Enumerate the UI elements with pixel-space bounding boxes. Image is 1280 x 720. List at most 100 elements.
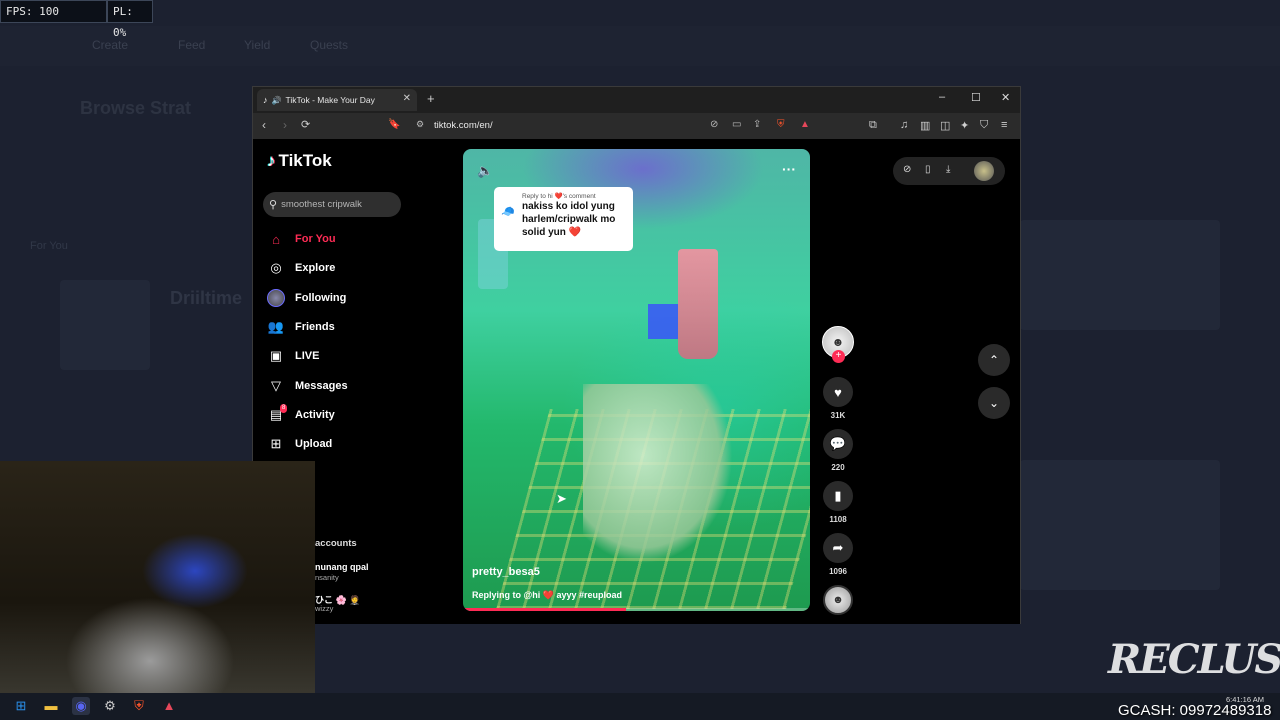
nav-live[interactable]: ▣ LIVE [267,346,320,366]
comment-button[interactable]: 💬 220 [823,429,853,472]
tab-tiktok[interactable]: ♪ 🔊 TikTok - Make Your Day ✕ [257,89,417,111]
streamer-watermark: RECLUSO [1108,636,1280,683]
steam-icon[interactable]: ⚙ [101,697,119,715]
cast-icon[interactable]: ▭ [732,119,741,130]
share-count: 1096 [829,567,847,576]
share-page-icon[interactable]: ⇪ [753,119,761,130]
video-scene [583,384,733,564]
site-info-icon[interactable]: ⚙ [416,119,424,130]
fps-readout: FPS: 100 [0,0,107,23]
brave-browser-icon[interactable]: ⛨ [130,697,148,715]
bookmark-count: 1108 [829,515,847,524]
music-disc-icon[interactable]: ☻ [823,585,853,615]
bg-card [1020,220,1220,330]
bg-card [60,280,150,370]
brave-rewards-icon[interactable]: ▲ [800,119,810,130]
nav-following[interactable]: Following [267,288,346,308]
app-icon[interactable]: ▲ [160,697,178,715]
tiktok-note-icon: ♪ [267,151,276,170]
nav-messages[interactable]: ▽ Messages [267,376,348,396]
bg-section-label: For You [30,240,68,252]
like-count: 31K [830,411,846,420]
search-input[interactable]: ⚲ smoothest cripwalk [263,192,401,217]
video-player[interactable]: 🔈 ··· 🧢 Reply to hi ❤️'s comment nakiss … [463,149,810,611]
previous-video-button[interactable]: ⌃ [978,344,1010,376]
nav-friends[interactable]: 👥 Friends [267,317,335,337]
video-progress-fill [463,608,627,611]
nav-label: Activity [295,409,335,421]
url-field[interactable]: tiktok.com/en/ [434,120,493,131]
tiktok-page: ♪ TikTok ⚲ smoothest cripwalk ⌂ For You … [253,139,1020,624]
reload-button[interactable]: ⟳ [301,118,310,131]
tab-title: TikTok - Make Your Day [285,95,375,105]
share-button[interactable]: ➦ 1096 [823,533,853,576]
share-icon: ➦ [823,533,853,563]
tiktok-logo[interactable]: ♪ TikTok [267,151,332,171]
tab-search-icon[interactable]: ⧉ [869,119,877,132]
coin-icon[interactable]: ⊘ [903,164,911,175]
device-icon[interactable]: ▯ [925,164,931,175]
tiktok-favicon-icon: ♪ [263,95,268,105]
nav-explore[interactable]: ◎ Explore [267,258,335,278]
maximize-button[interactable]: ☐ [971,91,981,104]
volume-icon[interactable]: 🔈 [477,163,493,179]
packet-loss-readout: PL: 0% [107,0,153,39]
bg-nav-item: Yield [244,38,271,52]
forward-button[interactable]: › [283,118,287,132]
discord-icon[interactable]: ◉ [72,697,90,715]
nav-label: Explore [295,262,336,274]
windows-start-icon[interactable]: ⊞ [12,697,30,715]
top-right-toolbar: ⊘ ▯ ⤓ [893,157,1005,185]
reply-comment-card: 🧢 Reply to hi ❤️'s comment nakiss ko ido… [494,187,633,251]
nav-label: LIVE [295,350,320,362]
video-progress-bar[interactable] [463,608,810,611]
upload-icon: ⊞ [270,436,282,451]
follow-plus-icon[interactable]: + [832,350,845,363]
new-tab-button[interactable]: + [427,91,435,106]
no-cast-icon[interactable]: ⊘ [710,119,718,130]
video-username[interactable]: pretty_besa5 [472,566,540,578]
more-options-icon[interactable]: ··· [782,161,796,177]
nav-for-you[interactable]: ⌂ For You [267,229,335,249]
video-scene [678,249,718,359]
live-icon: ▣ [269,348,283,363]
nav-label: Messages [295,380,348,392]
following-avatar [267,289,285,307]
tab-bar: ♪ 🔊 TikTok - Make Your Day ✕ + – ☐ ✕ [253,87,1020,113]
nav-label: Following [295,292,347,304]
profile-avatar[interactable] [974,161,994,181]
comment-text: nakiss ko idol yung harlem/cripwalk mo s… [522,201,616,238]
vpn-icon[interactable]: ⛉ [980,119,988,132]
bookmark-button[interactable]: ▮ 1108 [823,481,853,524]
minimize-button[interactable]: – [939,91,945,103]
wallet-icon[interactable]: ◫ [940,119,950,132]
download-icon[interactable]: ⤓ [946,164,950,175]
chevron-down-icon: ⌄ [988,396,1000,410]
media-icon[interactable]: ♫ [900,119,908,131]
menu-icon[interactable]: ≡ [1001,119,1007,131]
bookmark-icon[interactable]: 🔖 [388,119,400,130]
bg-card [1020,460,1220,590]
nav-activity[interactable]: ▤ 8 Activity [267,404,335,425]
tab-close-icon[interactable]: ✕ [403,93,411,104]
leo-ai-icon[interactable]: ✦ [960,119,969,132]
like-button[interactable]: ♥ 31K [823,377,853,420]
bg-page-title: Browse Strat [80,98,192,118]
file-explorer-icon[interactable]: ▬ [42,697,60,715]
home-icon: ⌂ [272,231,280,247]
video-caption: Replying to @hi ❤️ ayyy #reupload [472,590,623,600]
nav-upload[interactable]: ⊞ Upload [267,434,333,454]
activity-badge: 8 [280,404,288,413]
next-video-button[interactable]: ⌄ [978,387,1010,419]
chevron-up-icon: ⌃ [988,353,1000,367]
sidebar-icon[interactable]: ▥ [920,119,930,132]
account-handle: nsanity [315,573,339,582]
reply-to-label: Reply to hi ❤️'s comment [522,193,596,200]
close-window-button[interactable]: ✕ [1001,91,1010,104]
brave-shield-icon[interactable]: ⛨ [777,119,785,130]
back-button[interactable]: ‹ [262,118,266,132]
comment-count: 220 [831,463,845,472]
speaker-icon[interactable]: 🔊 [272,96,282,105]
activity-icon: ▤ 8 [269,404,288,422]
account-name[interactable]: nunang qpal [315,562,369,572]
